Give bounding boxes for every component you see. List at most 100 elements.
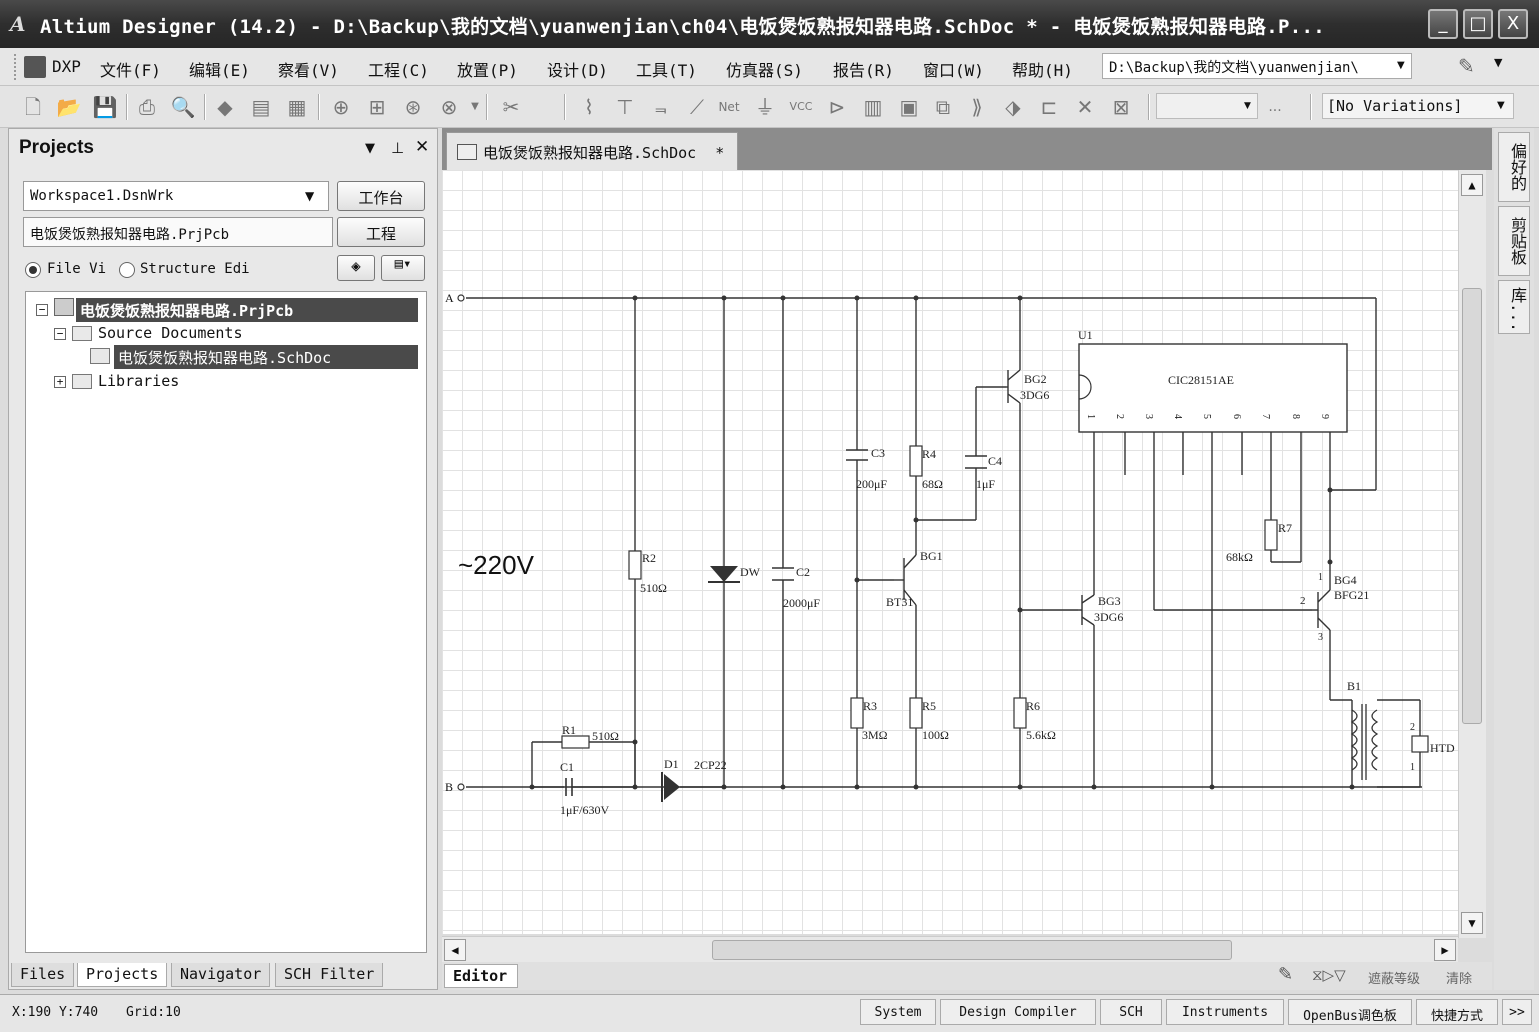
- structure-editor-radio[interactable]: [119, 262, 135, 278]
- close-button[interactable]: X: [1498, 9, 1528, 39]
- tab-navigator[interactable]: Navigator: [171, 963, 271, 987]
- close-panel-icon[interactable]: ✕: [415, 137, 429, 157]
- clear-button[interactable]: 清除: [1446, 968, 1472, 987]
- collapse-icon[interactable]: −: [36, 304, 48, 316]
- print-preview-icon[interactable]: 🔍: [170, 94, 196, 120]
- d1-symbol[interactable]: [664, 774, 680, 800]
- options-icon[interactable]: ▤▾: [381, 255, 425, 281]
- layers-icon[interactable]: ◆: [212, 94, 238, 120]
- more-button[interactable]: ...: [1262, 94, 1288, 120]
- menu-dxp[interactable]: DXP: [52, 57, 81, 76]
- openbus-palette-button[interactable]: OpenBus调色板: [1288, 999, 1412, 1025]
- document-tab[interactable]: 电饭煲饭熟报知器电路.SchDoc *: [446, 132, 738, 170]
- r5-symbol[interactable]: [909, 697, 923, 729]
- b1-symbol[interactable]: [1350, 704, 1379, 780]
- collapse-icon[interactable]: −: [54, 328, 66, 340]
- tab-clipboard[interactable]: 剪贴板: [1498, 206, 1530, 276]
- chevron-down-icon[interactable]: ▼: [1497, 100, 1505, 111]
- editor-tab[interactable]: Editor: [444, 964, 518, 988]
- pin-icon[interactable]: ⊥: [391, 139, 404, 157]
- r3-symbol[interactable]: [850, 697, 864, 729]
- tree-item-libraries[interactable]: Libraries: [96, 370, 181, 394]
- open-icon[interactable]: 📂: [56, 94, 82, 120]
- chevron-down-icon[interactable]: ▼: [1494, 56, 1502, 69]
- sheet-icon[interactable]: ▦: [284, 94, 310, 120]
- htd-symbol[interactable]: [1411, 735, 1429, 753]
- path-combo[interactable]: D:\Backup\我的文档\yuanwenjian\: [1102, 53, 1412, 79]
- tab-files[interactable]: Files: [11, 963, 75, 987]
- no-erc-icon[interactable]: ✕: [1072, 94, 1098, 120]
- menu-edit[interactable]: 编辑(E): [189, 57, 250, 81]
- tab-libraries[interactable]: 库...: [1498, 280, 1530, 334]
- menu-tools[interactable]: 工具(T): [636, 57, 697, 81]
- r2-symbol[interactable]: [628, 550, 642, 580]
- schematic-canvas[interactable]: ~220V A B R1 510Ω C1 1μF/630V D1 2CP22 R…: [442, 170, 1458, 934]
- system-button[interactable]: System: [860, 999, 936, 1025]
- scroll-left-icon[interactable]: ◀: [444, 939, 466, 961]
- workspace-combo[interactable]: Workspace1.DsnWrk: [23, 181, 329, 211]
- menu-reports[interactable]: 报告(R): [833, 57, 894, 81]
- minimize-button[interactable]: _: [1428, 9, 1458, 39]
- new-icon[interactable]: 🗋: [20, 94, 46, 120]
- harness-icon[interactable]: ⫬: [648, 94, 674, 120]
- net-label-icon[interactable]: Net: [716, 94, 742, 120]
- menu-view[interactable]: 察看(V): [278, 57, 339, 81]
- sheet-symbol-icon[interactable]: ▥: [860, 94, 886, 120]
- vertical-scroll-thumb[interactable]: [1462, 288, 1482, 724]
- device-sheet-icon[interactable]: ⧉: [930, 94, 956, 120]
- cut-icon[interactable]: ✂: [498, 94, 524, 120]
- compile-icon[interactable]: ◈: [337, 255, 375, 281]
- save-icon[interactable]: 💾: [92, 94, 118, 120]
- shortcuts-button[interactable]: 快捷方式: [1416, 999, 1498, 1025]
- tab-projects[interactable]: Projects: [77, 963, 168, 987]
- off-sheet-icon[interactable]: ⬗: [1000, 94, 1026, 120]
- menu-file[interactable]: 文件(F): [100, 57, 161, 81]
- sheet-entry-icon[interactable]: ▣: [896, 94, 922, 120]
- menu-design[interactable]: 设计(D): [547, 57, 608, 81]
- expand-icon[interactable]: +: [54, 376, 66, 388]
- bus-icon[interactable]: ⊤: [612, 94, 638, 120]
- bus-entry-icon[interactable]: ⟋: [684, 94, 710, 120]
- project-field[interactable]: 电饭煲饭熟报知器电路.PrjPcb: [23, 217, 333, 247]
- mask-level-button[interactable]: 遮蔽等级: [1368, 968, 1420, 987]
- gnd-icon[interactable]: ⏚: [752, 94, 778, 120]
- directive-icon[interactable]: ⊏: [1036, 94, 1062, 120]
- wire-icon[interactable]: ⌇: [576, 94, 602, 120]
- zoom-options-icon[interactable]: ⊗: [436, 94, 462, 120]
- r4-symbol[interactable]: [909, 445, 923, 477]
- dw-symbol[interactable]: [710, 566, 738, 582]
- menu-help[interactable]: 帮助(H): [1012, 57, 1073, 81]
- menu-simulator[interactable]: 仿真器(S): [726, 57, 803, 81]
- tree-item-source-documents[interactable]: Source Documents: [96, 322, 245, 346]
- r7-symbol[interactable]: [1264, 519, 1278, 551]
- mask-pen-icon[interactable]: ✎: [1278, 964, 1293, 985]
- port-icon[interactable]: ⟫: [964, 94, 990, 120]
- panel-menu-icon[interactable]: ▼: [365, 141, 375, 156]
- path-dropdown-icon[interactable]: ▼: [1397, 60, 1405, 71]
- vertical-scrollbar[interactable]: ▲ ▼: [1458, 170, 1486, 938]
- maximize-button[interactable]: □: [1463, 9, 1493, 39]
- tab-favorites[interactable]: 偏好的: [1498, 132, 1530, 202]
- dxp-icon[interactable]: [24, 56, 46, 78]
- horizontal-scroll-thumb[interactable]: [712, 940, 1232, 960]
- tab-sch-filter[interactable]: SCH Filter: [275, 963, 384, 987]
- chart-icon[interactable]: ✎: [1458, 54, 1486, 80]
- menu-place[interactable]: 放置(P): [457, 57, 518, 81]
- project-button[interactable]: 工程: [337, 217, 425, 247]
- variations-combo[interactable]: [No Variations]: [1322, 93, 1514, 119]
- scroll-up-icon[interactable]: ▲: [1461, 174, 1483, 196]
- zoom-area-icon[interactable]: ⊞: [364, 94, 390, 120]
- sch-button[interactable]: SCH: [1100, 999, 1162, 1025]
- chevron-down-icon[interactable]: ▼: [462, 94, 488, 120]
- tree-item-schdoc[interactable]: 电饭煲饭熟报知器电路.SchDoc: [114, 345, 418, 369]
- part-icon[interactable]: ⊳: [824, 94, 850, 120]
- file-view-radio[interactable]: [25, 262, 41, 278]
- instruments-button[interactable]: Instruments: [1166, 999, 1284, 1025]
- workspace-button[interactable]: 工作台: [337, 181, 425, 211]
- zoom-fit-icon[interactable]: ⊕: [328, 94, 354, 120]
- chevron-down-icon[interactable]: ▼: [1244, 101, 1251, 111]
- r6-symbol[interactable]: [1013, 697, 1027, 729]
- device-icon[interactable]: ▤: [248, 94, 274, 120]
- scroll-right-icon[interactable]: ▶: [1434, 939, 1456, 961]
- scroll-down-icon[interactable]: ▼: [1461, 912, 1483, 934]
